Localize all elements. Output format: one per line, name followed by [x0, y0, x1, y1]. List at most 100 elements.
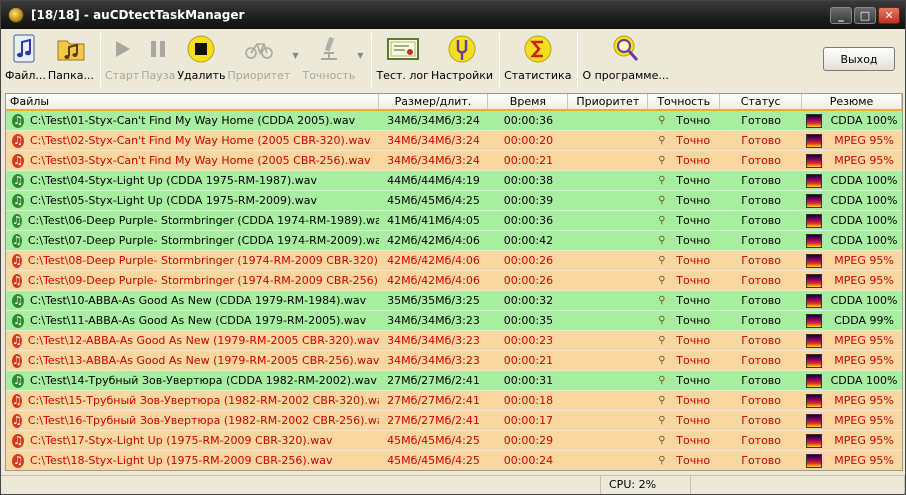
column-header-priority[interactable]: Приоритет [568, 94, 649, 109]
spectrogram-icon[interactable] [806, 133, 823, 148]
table-row[interactable]: ♫ C:\Test\07-Deep Purple- Stormbringer (… [6, 231, 902, 251]
add-folder-button[interactable]: Папка... [48, 29, 94, 89]
bicycle-icon [243, 33, 275, 65]
microscope-icon: ⚲ [658, 394, 666, 406]
priority-button[interactable]: Приоритет [227, 29, 290, 89]
priority-cell [568, 291, 648, 311]
file-path: C:\Test\17-Styx-Light Up (1975-RM-2009 C… [30, 433, 333, 447]
spectrogram-icon[interactable] [806, 273, 823, 288]
spectrogram-icon[interactable] [806, 413, 823, 428]
priority-cell [568, 331, 648, 351]
spectrogram-icon[interactable] [806, 333, 823, 348]
table-row[interactable]: ♫ C:\Test\12-ABBA-As Good As New (1979-R… [6, 331, 902, 351]
table-row[interactable]: ♫ C:\Test\08-Deep Purple- Stormbringer (… [6, 251, 902, 271]
priority-cell [568, 151, 648, 171]
table-row[interactable]: ♫ C:\Test\15-Трубный Зов-Увертюра (1982-… [6, 391, 902, 411]
maximize-button[interactable]: □ [854, 7, 876, 24]
status-cell: Готово [741, 173, 782, 187]
spectrogram-icon[interactable] [806, 353, 823, 368]
result-value: MPEG 95% [834, 273, 894, 287]
column-header-size[interactable]: Размер/длит. [379, 94, 489, 109]
status-cell: Готово [741, 133, 782, 147]
accuracy-button[interactable]: Точность [302, 29, 355, 89]
file-cell: ♫ C:\Test\17-Styx-Light Up (1975-RM-2009… [6, 431, 379, 451]
audio-file-icon: ♫ [12, 293, 24, 308]
microscope-icon: ⚲ [658, 194, 666, 206]
microscope-icon: ⚲ [658, 174, 666, 186]
exit-button[interactable]: Выход [823, 47, 895, 71]
table-row[interactable]: ♫ C:\Test\06-Deep Purple- Stormbringer (… [6, 211, 902, 231]
table-row[interactable]: ♫ C:\Test\14-Трубный Зов-Увертюра (CDDA … [6, 371, 902, 391]
magnifier-icon [610, 33, 642, 65]
microscope-icon: ⚲ [658, 254, 666, 266]
spectrogram-icon[interactable] [806, 313, 823, 328]
add-files-button[interactable]: Файл... [5, 29, 46, 89]
column-header-result[interactable]: Резюме [802, 94, 902, 109]
size-cell: 27Мб/27Мб/2:41 [387, 393, 480, 407]
table-row[interactable]: ♫ C:\Test\13-ABBA-As Good As New (1979-R… [6, 351, 902, 371]
start-button[interactable]: Старт [105, 29, 139, 89]
status-cell: Готово [741, 413, 782, 427]
status-cell: Готово [741, 433, 782, 447]
column-header-files[interactable]: Файлы [6, 94, 379, 109]
table-row[interactable]: ♫ C:\Test\09-Deep Purple- Stormbringer (… [6, 271, 902, 291]
spectrogram-icon[interactable] [806, 453, 823, 468]
pause-button[interactable]: Пауза [141, 29, 175, 89]
spectrogram-icon[interactable] [806, 213, 823, 228]
table-row[interactable]: ♫ C:\Test\17-Styx-Light Up (1975-RM-2009… [6, 431, 902, 451]
table-row[interactable]: ♫ C:\Test\03-Styx-Can't Find My Way Home… [6, 151, 902, 171]
file-cell: ♫ C:\Test\13-ABBA-As Good As New (1979-R… [6, 351, 379, 371]
file-path: C:\Test\15-Трубный Зов-Увертюра (1982-RM… [27, 393, 379, 407]
priority-cell [568, 311, 648, 331]
accuracy-cell: ⚲ Точно [648, 171, 720, 191]
column-header-status[interactable]: Статус [720, 94, 803, 109]
statistics-button[interactable]: Статистика [504, 29, 571, 89]
spectrogram-icon[interactable] [806, 393, 823, 408]
spectrogram-icon[interactable] [806, 153, 823, 168]
settings-button[interactable]: Настройки [431, 29, 493, 89]
accuracy-cell: ⚲ Точно [648, 431, 720, 451]
priority-cell [568, 431, 648, 451]
table-row[interactable]: ♫ C:\Test\18-Styx-Light Up (1975-RM-2009… [6, 451, 902, 470]
title-bar[interactable]: [18/18] - auCDtectTaskManager _ □ ✕ [1, 1, 905, 29]
file-path: C:\Test\05-Styx-Light Up (CDDA 1975-RM-2… [30, 193, 318, 207]
spectrogram-icon[interactable] [806, 433, 823, 448]
status-message [1, 476, 601, 494]
status-cell: Готово [741, 113, 782, 127]
table-row[interactable]: ♫ C:\Test\10-ABBA-As Good As New (CDDA 1… [6, 291, 902, 311]
audio-file-icon: ♫ [12, 453, 24, 468]
accuracy-dropdown-arrow[interactable]: ▼ [357, 51, 363, 60]
column-header-accuracy[interactable]: Точность [648, 94, 721, 109]
table-row[interactable]: ♫ C:\Test\04-Styx-Light Up (CDDA 1975-RM… [6, 171, 902, 191]
minimize-button[interactable]: _ [830, 7, 852, 24]
spectrogram-icon[interactable] [806, 373, 823, 388]
table-row[interactable]: ♫ C:\Test\02-Styx-Can't Find My Way Home… [6, 131, 902, 151]
toolbar: Файл... Папка... Старт Пауза Удалить При… [1, 29, 905, 91]
spectrogram-icon[interactable] [806, 253, 823, 268]
about-button[interactable]: О программе... [582, 29, 669, 89]
spectrogram-icon[interactable] [806, 293, 823, 308]
column-header-time[interactable]: Время [488, 94, 569, 109]
size-cell: 45Мб/45Мб/4:25 [387, 453, 480, 467]
spectrogram-icon[interactable] [806, 113, 823, 128]
test-log-button[interactable]: Тест. лог [376, 29, 429, 89]
spectrogram-icon[interactable] [806, 193, 823, 208]
table-row[interactable]: ♫ C:\Test\16-Трубный Зов-Увертюра (1982-… [6, 411, 902, 431]
delete-button[interactable]: Удалить [177, 29, 225, 89]
status-cell: Готово [741, 453, 782, 467]
size-cell: 34Мб/34Мб/3:24 [387, 153, 480, 167]
table-row[interactable]: ♫ C:\Test\01-Styx-Can't Find My Way Home… [6, 111, 902, 131]
spectrogram-icon[interactable] [806, 233, 823, 248]
priority-cell [568, 171, 648, 191]
result-value: MPEG 95% [834, 153, 894, 167]
size-cell: 42Мб/42Мб/4:06 [387, 273, 480, 287]
table-row[interactable]: ♫ C:\Test\11-ABBA-As Good As New (CDDA 1… [6, 311, 902, 331]
close-button[interactable]: ✕ [878, 7, 900, 24]
task-list[interactable]: Файлы Размер/длит. Время Приоритет Точно… [5, 93, 903, 471]
status-extra [691, 476, 905, 494]
spectrogram-icon[interactable] [806, 173, 823, 188]
accuracy-cell: ⚲ Точно [648, 271, 720, 291]
priority-dropdown-arrow[interactable]: ▼ [292, 51, 298, 60]
table-row[interactable]: ♫ C:\Test\05-Styx-Light Up (CDDA 1975-RM… [6, 191, 902, 211]
audio-file-icon: ♫ [12, 133, 24, 148]
